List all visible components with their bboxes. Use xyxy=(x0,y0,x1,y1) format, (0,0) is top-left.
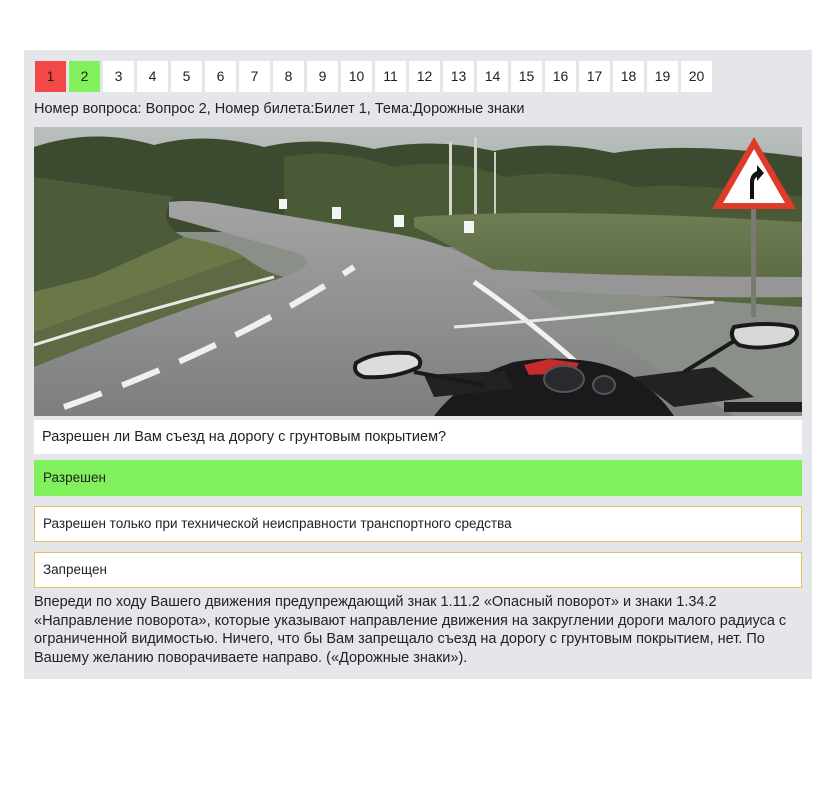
answer-option-2[interactable]: Разрешен только при технической неисправ… xyxy=(34,506,802,542)
question-nav-item-6[interactable]: 6 xyxy=(205,61,236,92)
question-nav-item-16[interactable]: 16 xyxy=(545,61,576,92)
answer-explanation: Впереди по ходу Вашего движения предупре… xyxy=(34,594,787,666)
question-nav-item-12[interactable]: 12 xyxy=(409,61,440,92)
question-nav-item-15[interactable]: 15 xyxy=(511,61,542,92)
question-nav-item-17[interactable]: 17 xyxy=(579,61,610,92)
question-nav-item-7[interactable]: 7 xyxy=(239,61,270,92)
question-nav-item-19[interactable]: 19 xyxy=(647,61,678,92)
question-nav-item-3[interactable]: 3 xyxy=(103,61,134,92)
question-nav-item-10[interactable]: 10 xyxy=(341,61,372,92)
question-nav-item-13[interactable]: 13 xyxy=(443,61,474,92)
question-nav-item-4[interactable]: 4 xyxy=(137,61,168,92)
question-nav-item-14[interactable]: 14 xyxy=(477,61,508,92)
answer-option-1[interactable]: Разрешен xyxy=(34,460,802,496)
question-nav-item-20[interactable]: 20 xyxy=(681,61,712,92)
question-panel: 1 2 3 4 5 6 7 8 9 10 11 12 13 14 15 16 1… xyxy=(24,50,812,679)
question-text: Разрешен ли Вам съезд на дорогу с грунто… xyxy=(34,420,802,454)
question-nav-item-5[interactable]: 5 xyxy=(171,61,202,92)
question-nav-item-18[interactable]: 18 xyxy=(613,61,644,92)
question-nav-item-1[interactable]: 1 xyxy=(35,61,66,92)
question-nav-item-8[interactable]: 8 xyxy=(273,61,304,92)
question-nav-item-9[interactable]: 9 xyxy=(307,61,338,92)
question-nav-item-11[interactable]: 11 xyxy=(375,61,406,92)
answer-option-3[interactable]: Запрещен xyxy=(34,552,802,588)
question-nav-item-2[interactable]: 2 xyxy=(69,61,100,92)
question-meta: Номер вопроса: Вопрос 2, Номер билета:Би… xyxy=(34,101,525,117)
question-image xyxy=(34,127,802,416)
